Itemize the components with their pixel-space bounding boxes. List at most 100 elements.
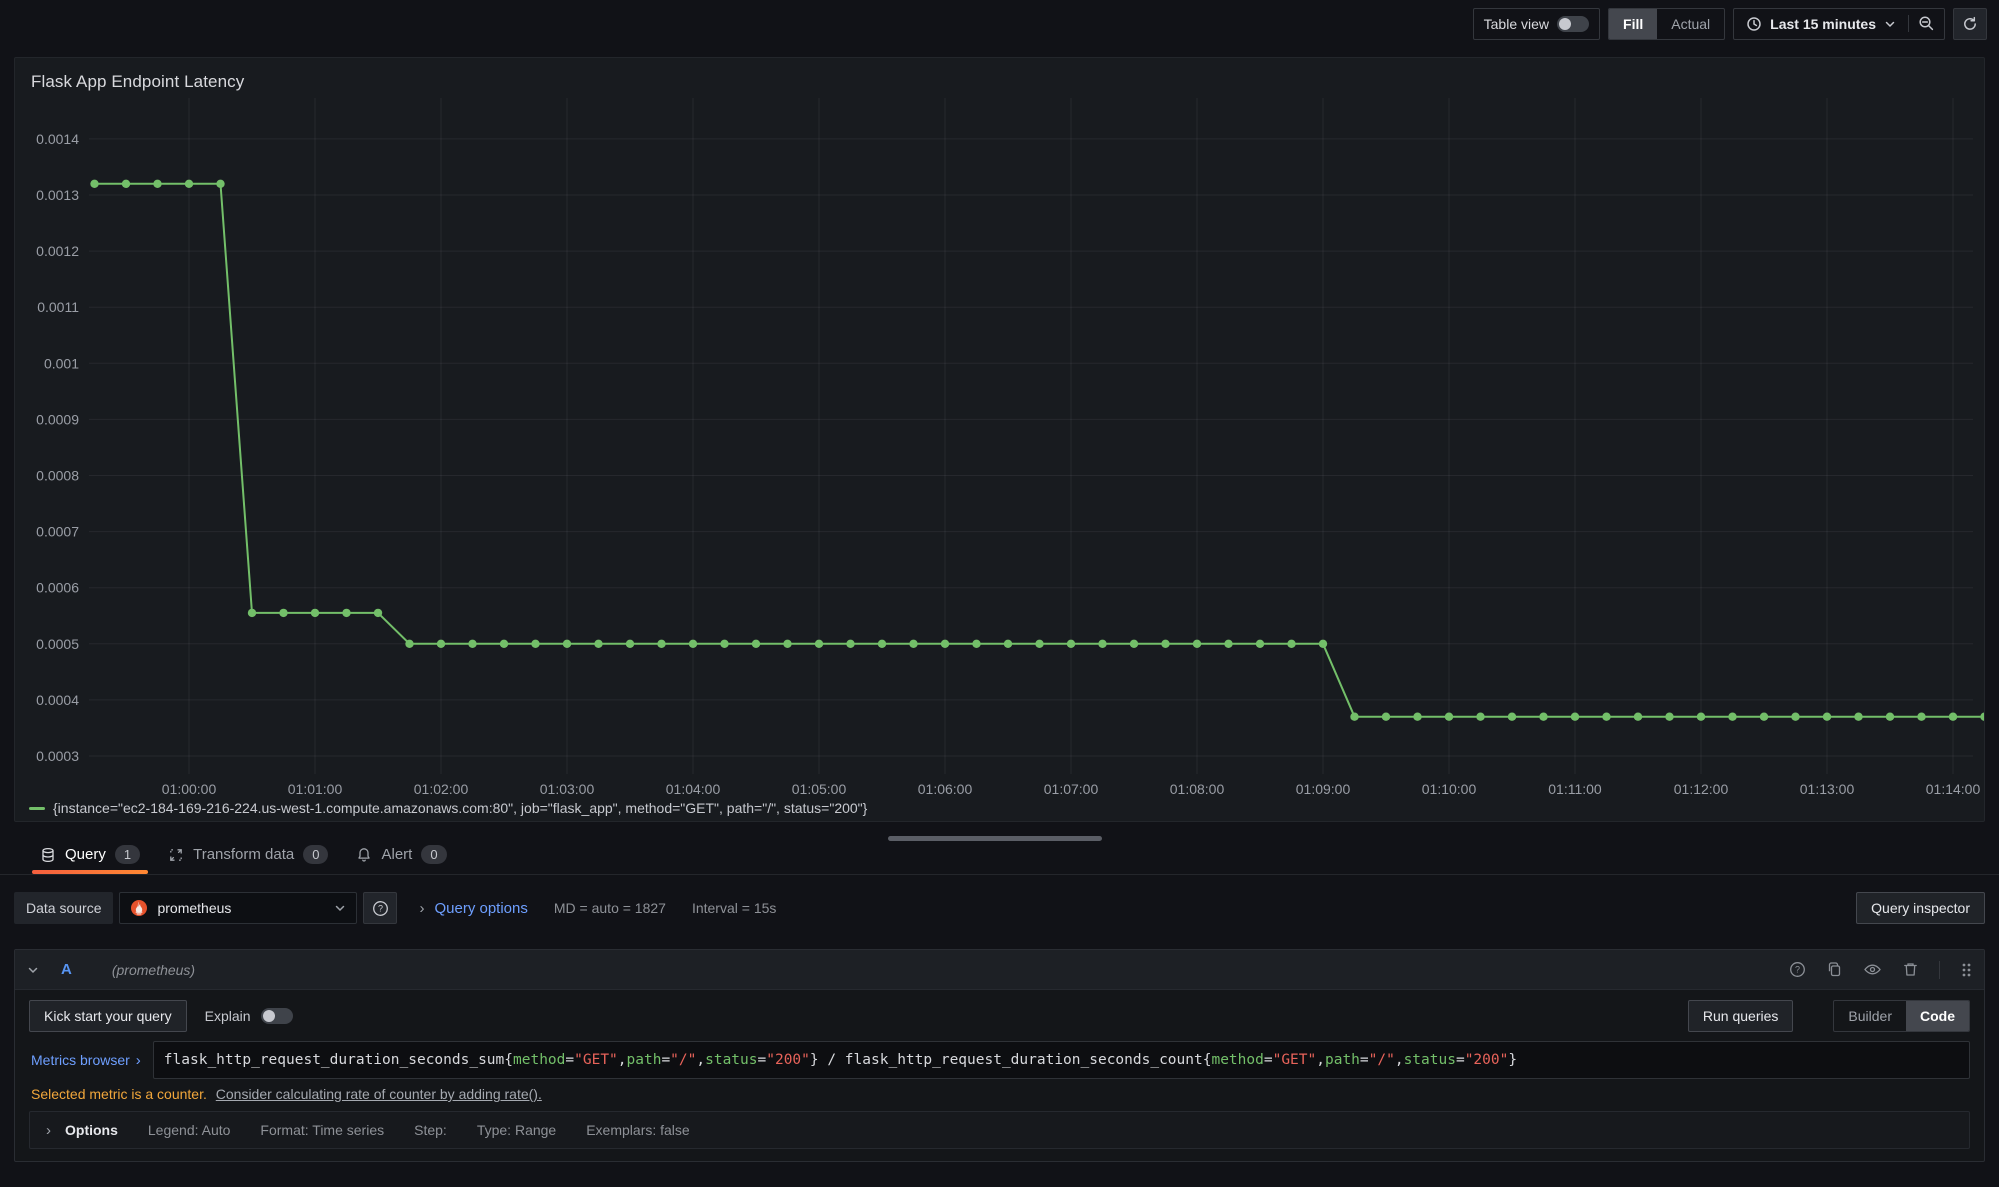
actual-option[interactable]: Actual [1657, 9, 1724, 39]
query-datasource-hint: (prometheus) [112, 962, 195, 978]
hide-query-icon[interactable] [1863, 961, 1882, 978]
explain-label: Explain [205, 1008, 251, 1024]
svg-text:01:14:00: 01:14:00 [1926, 781, 1981, 797]
table-view-group: Table view [1473, 8, 1600, 40]
tab-query-label: Query [65, 846, 106, 863]
option-type: Type: Range [477, 1122, 556, 1138]
datasource-value: prometheus [157, 900, 325, 916]
metrics-browser-button[interactable]: Metrics browser › [29, 1041, 153, 1079]
svg-text:0.0011: 0.0011 [37, 299, 79, 315]
delete-query-icon[interactable] [1902, 961, 1919, 978]
query-row-header[interactable]: A (prometheus) ? [15, 950, 1984, 990]
builder-code-toggle: Builder Code [1833, 1000, 1970, 1032]
svg-text:01:11:00: 01:11:00 [1548, 781, 1602, 797]
datasource-row: Data source prometheus ? › Query options… [14, 891, 1985, 925]
chevron-right-icon: › [136, 1052, 141, 1069]
svg-text:0.0009: 0.0009 [36, 411, 79, 427]
time-picker-group: Last 15 minutes [1733, 8, 1945, 40]
option-exemplars: Exemplars: false [586, 1122, 689, 1138]
svg-text:01:00:00: 01:00:00 [162, 781, 217, 797]
tab-transform-data[interactable]: Transform data 0 [158, 835, 338, 874]
interval-text: Interval = 15s [692, 900, 776, 916]
time-range-label: Last 15 minutes [1770, 16, 1876, 32]
editor-tabs: Query 1 Transform data 0 Alert 0 [0, 835, 1999, 875]
metrics-browser-label: Metrics browser [31, 1052, 130, 1068]
tab-alert[interactable]: Alert 0 [346, 835, 456, 874]
svg-text:01:05:00: 01:05:00 [792, 781, 847, 797]
code-option[interactable]: Code [1906, 1001, 1969, 1031]
table-view-toggle[interactable] [1557, 16, 1589, 32]
tab-query-badge: 1 [115, 845, 140, 864]
svg-text:01:10:00: 01:10:00 [1422, 781, 1477, 797]
tab-transform-badge: 0 [303, 845, 328, 864]
chevron-right-icon: › [419, 900, 424, 917]
refresh-icon [1962, 16, 1978, 32]
svg-text:0.0007: 0.0007 [36, 524, 79, 540]
svg-text:?: ? [378, 903, 383, 913]
help-circle-icon: ? [372, 900, 389, 917]
database-icon [40, 847, 56, 863]
svg-text:01:02:00: 01:02:00 [414, 781, 469, 797]
transform-icon [168, 847, 184, 863]
tab-alert-label: Alert [381, 846, 412, 863]
query-help-icon[interactable]: ? [1789, 961, 1806, 978]
builder-option[interactable]: Builder [1834, 1001, 1906, 1031]
svg-text:01:06:00: 01:06:00 [918, 781, 973, 797]
collapse-chevron-icon[interactable] [27, 964, 39, 976]
svg-text:?: ? [1795, 965, 1800, 975]
query-options-link[interactable]: Query options [434, 900, 527, 917]
options-label: Options [65, 1122, 118, 1138]
promql-expression-input[interactable]: flask_http_request_duration_seconds_sum{… [153, 1041, 1970, 1079]
chevron-down-icon [1884, 18, 1896, 30]
query-options-summary[interactable]: › Options Legend: Auto Format: Time seri… [29, 1111, 1970, 1149]
time-range-picker[interactable]: Last 15 minutes [1734, 9, 1908, 39]
tab-query[interactable]: Query 1 [30, 835, 150, 874]
svg-text:0.0004: 0.0004 [36, 692, 79, 708]
bell-icon [356, 847, 372, 863]
refresh-button[interactable] [1953, 8, 1987, 40]
option-legend: Legend: Auto [148, 1122, 231, 1138]
svg-text:01:09:00: 01:09:00 [1296, 781, 1351, 797]
svg-text:01:07:00: 01:07:00 [1044, 781, 1099, 797]
clock-icon [1746, 16, 1762, 32]
prometheus-icon [130, 899, 148, 917]
query-ref-id: A [61, 961, 72, 978]
grafana-panel-edit-page: Table view Fill Actual Last 15 minutes F… [0, 0, 1999, 1187]
svg-text:0.0005: 0.0005 [36, 636, 79, 652]
tab-alert-badge: 0 [421, 845, 446, 864]
drag-handle-icon[interactable] [1960, 962, 1972, 978]
datasource-select[interactable]: prometheus [119, 892, 357, 924]
horizontal-scrollbar-thumb[interactable] [888, 836, 1102, 841]
svg-text:0.0006: 0.0006 [36, 580, 79, 596]
fill-actual-toggle: Fill Actual [1608, 8, 1725, 40]
series-color-marker [29, 807, 45, 810]
chevron-right-icon: › [46, 1122, 51, 1139]
query-editor: A (prometheus) ? Kick start your query E… [14, 949, 1985, 1162]
datasource-label: Data source [14, 892, 113, 924]
svg-text:01:13:00: 01:13:00 [1800, 781, 1855, 797]
zoom-out-button[interactable] [1908, 15, 1944, 32]
latency-panel: Flask App Endpoint Latency 0.00140.00130… [14, 57, 1985, 822]
chart-legend[interactable]: {instance="ec2-184-169-216-224.us-west-1… [29, 800, 867, 816]
duplicate-query-icon[interactable] [1826, 961, 1843, 978]
run-queries-button[interactable]: Run queries [1688, 1000, 1794, 1032]
kick-start-query-button[interactable]: Kick start your query [29, 1000, 187, 1032]
svg-text:0.001: 0.001 [44, 355, 79, 371]
fill-option[interactable]: Fill [1609, 9, 1657, 39]
explain-toggle[interactable] [261, 1008, 293, 1024]
zoom-out-icon [1918, 15, 1935, 32]
svg-text:0.0013: 0.0013 [36, 187, 79, 203]
svg-text:0.0008: 0.0008 [36, 468, 79, 484]
warning-rate-link[interactable]: Consider calculating rate of counter by … [216, 1086, 542, 1102]
tab-transform-label: Transform data [193, 846, 294, 863]
max-data-points-text: MD = auto = 1827 [554, 900, 666, 916]
svg-text:01:03:00: 01:03:00 [540, 781, 595, 797]
query-row-body: Kick start your query Explain Run querie… [15, 990, 1984, 1161]
counter-warning: Selected metric is a counter. Consider c… [31, 1086, 1970, 1102]
top-toolbar: Table view Fill Actual Last 15 minutes [0, 0, 1999, 47]
query-inspector-button[interactable]: Query inspector [1856, 892, 1985, 924]
svg-text:0.0014: 0.0014 [36, 131, 79, 147]
table-view-label: Table view [1484, 16, 1549, 32]
datasource-help-button[interactable]: ? [363, 892, 397, 924]
chevron-down-icon [334, 902, 346, 914]
